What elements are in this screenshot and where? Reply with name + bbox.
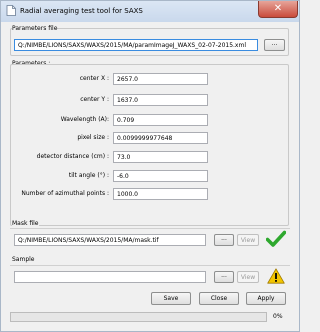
main-window: Radial averaging test tool for SAXS ✕ Pa… [0,0,300,332]
mask-file-input[interactable]: Q:/NIMBE/LIONS/SAXS/WAXS/2015/MA/mask.ti… [14,234,206,246]
tilt-angle-label: tilt angle (°) : [68,172,109,179]
parameters-group [10,64,289,226]
parameters-file-label: Parameters file [12,25,58,32]
center-y-label: center Y : [80,96,109,103]
progress-percent: 0% [273,313,283,320]
center-x-input[interactable]: 2657.0 [113,73,208,85]
pixel-size-input[interactable]: 0.0099999977648 [113,132,208,144]
checkmark-icon [266,230,286,247]
save-button[interactable]: Save [151,292,191,305]
window-close-button[interactable]: ✕ [258,1,298,18]
sample-view-button[interactable]: View [237,271,259,283]
parameters-file-input[interactable]: Q:/NIMBE/LIONS/SAXS/WAXS/2015/MA/paramIm… [14,39,258,51]
mask-file-view-button[interactable]: View [237,234,259,246]
center-x-label: center X : [79,75,109,82]
sample-label: Sample [12,256,35,263]
apply-button[interactable]: Apply [246,292,286,305]
title-bar: Radial averaging test tool for SAXS ✕ [1,1,299,22]
parameters-file-browse-button[interactable]: ... [264,39,285,51]
mask-file-label: Mask file [12,220,39,227]
sample-file-input[interactable] [14,271,206,283]
pixel-size-label: pixel size : [77,134,109,141]
document-icon [6,5,16,16]
wavelength-input[interactable]: 0.709 [113,114,208,126]
mask-file-separator [10,228,290,229]
sample-separator [10,265,290,266]
progress-bar [10,312,267,322]
detector-distance-input[interactable]: 73.0 [113,151,208,163]
warning-icon [267,268,285,284]
window-title: Radial averaging test tool for SAXS [20,7,143,15]
sample-browse-button[interactable]: ... [214,271,234,283]
detector-distance-label: detector distance (cm) : [36,153,109,160]
wavelength-label: Wavelength (A): [60,116,109,123]
azimuthal-points-input[interactable]: 1000.0 [113,188,208,200]
center-y-input[interactable]: 1637.0 [113,94,208,106]
azimuthal-points-label: Number of azimuthal points : [21,190,109,197]
tilt-angle-input[interactable]: -6.0 [113,170,208,182]
mask-file-browse-button[interactable]: ... [214,234,234,246]
close-button[interactable]: Close [199,292,239,305]
